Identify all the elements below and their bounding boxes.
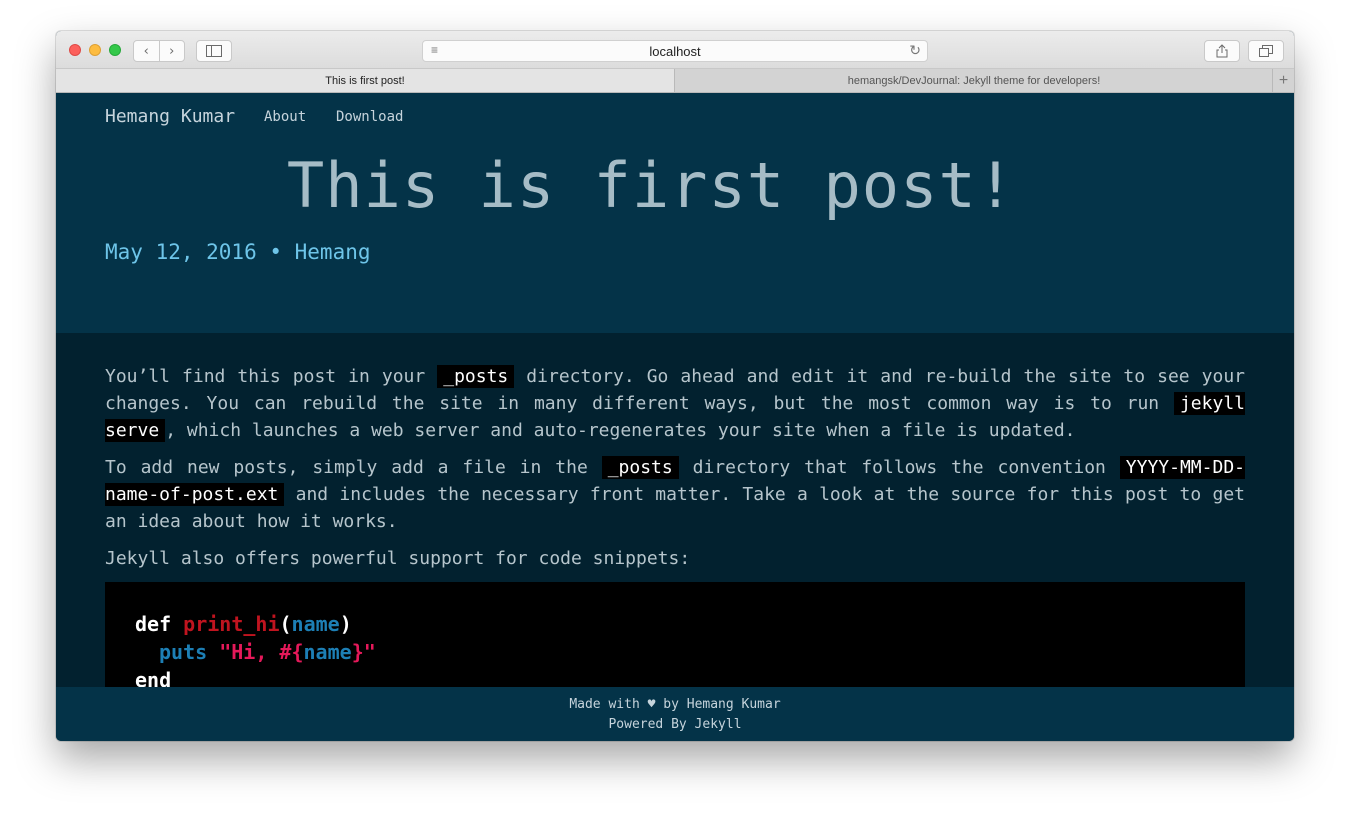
post-meta: May 12, 2016 • Hemang — [105, 240, 371, 264]
text: Made with — [569, 697, 640, 712]
code-string: }" — [351, 640, 376, 664]
back-icon[interactable]: ‹ — [134, 44, 159, 59]
code-function: print_hi — [183, 612, 280, 636]
code-paren: ( — [279, 612, 292, 636]
tab-strip: This is first post! hemangsk/DevJournal:… — [56, 69, 1294, 93]
inline-code: _posts — [601, 456, 679, 479]
text: , which launches a web server and auto-r… — [165, 420, 1076, 441]
code-function: puts — [159, 640, 208, 664]
sidebar-toggle-button[interactable] — [196, 40, 232, 62]
history-nav: ‹ › — [133, 40, 185, 62]
code-paren: ) — [339, 612, 352, 636]
code-line-1: def print_hi(name) — [135, 610, 1215, 638]
code-keyword: def — [135, 612, 172, 636]
tab-devjournal[interactable]: hemangsk/DevJournal: Jekyll theme for de… — [676, 69, 1272, 92]
text: To add new posts, simply add a file in t… — [105, 457, 602, 478]
share-button[interactable] — [1204, 40, 1240, 62]
show-tabs-button[interactable] — [1248, 40, 1284, 62]
nav-about-link[interactable]: About — [264, 109, 306, 125]
footer-made-with: Made with ♥ by Hemang Kumar — [56, 695, 1294, 715]
text: directory that follows the convention — [678, 457, 1120, 478]
tabs-overview-icon — [1259, 45, 1273, 57]
paragraph-1: You’ll find this post in your _posts dir… — [105, 363, 1245, 444]
site-footer: Made with ♥ by Hemang Kumar Powered By J… — [56, 687, 1294, 741]
text: You’ll find this post in your — [105, 366, 438, 387]
address-bar[interactable]: ≡ localhost ↻ — [422, 40, 928, 62]
browser-window: ‹ › ≡ localhost ↻ This is first post! he… — [56, 31, 1294, 741]
code-line-2: puts "Hi, #{name}" — [135, 638, 1215, 666]
footer-powered-by: Powered By Jekyll — [608, 717, 742, 732]
share-icon — [1216, 44, 1228, 58]
code-argument: name — [303, 640, 352, 664]
tab-first-post[interactable]: This is first post! — [56, 69, 675, 92]
code-string: "Hi, #{ — [219, 640, 304, 664]
post-title: This is first post! — [286, 149, 1016, 222]
forward-icon[interactable]: › — [159, 44, 184, 59]
reload-icon[interactable]: ↻ — [909, 42, 921, 59]
site-header: Hemang Kumar About Download This is firs… — [56, 93, 1294, 333]
paragraph-3: Jekyll also offers powerful support for … — [105, 548, 691, 569]
sidebar-icon — [206, 45, 222, 57]
reader-icon[interactable]: ≡ — [431, 43, 438, 57]
paragraph-2: To add new posts, simply add a file in t… — [105, 454, 1245, 535]
url-text: localhost — [649, 43, 701, 59]
minimize-window-button[interactable] — [89, 44, 101, 56]
heart-icon: ♥ — [647, 697, 656, 712]
nav-download-link[interactable]: Download — [336, 109, 403, 125]
maximize-window-button[interactable] — [109, 44, 121, 56]
browser-toolbar: ‹ › ≡ localhost ↻ — [56, 31, 1294, 69]
site-title[interactable]: Hemang Kumar — [105, 106, 235, 127]
close-window-button[interactable] — [69, 44, 81, 56]
new-tab-icon[interactable]: + — [1272, 69, 1294, 92]
text: by Hemang Kumar — [663, 697, 781, 712]
code-argument: name — [291, 612, 340, 636]
inline-code: _posts — [437, 365, 515, 388]
page-content: Hemang Kumar About Download This is firs… — [56, 93, 1294, 741]
post-body: You’ll find this post in your _posts dir… — [56, 333, 1294, 722]
